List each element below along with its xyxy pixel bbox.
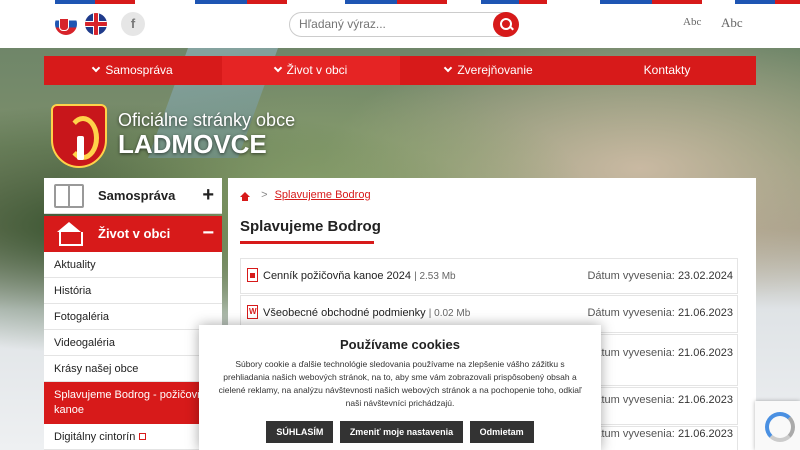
sidebar-item-krasy-obce[interactable]: Krásy našej obce — [44, 356, 222, 382]
book-icon — [54, 184, 84, 208]
file-name[interactable]: Cenník požičovňa kanoe 2024 — [263, 270, 411, 282]
file-date: 21.06.2023 — [677, 428, 733, 440]
chevron-down-icon — [444, 63, 453, 73]
file-name[interactable]: Všeobecné obchodné podmienky — [263, 307, 426, 319]
chevron-down-icon — [273, 63, 282, 73]
english-flag-icon[interactable] — [85, 13, 107, 35]
breadcrumb: > Splavujeme Bodrog — [240, 189, 371, 201]
sidebar-item-videogaleria[interactable]: Videogaléria — [44, 330, 222, 356]
top-stripes — [0, 0, 800, 4]
cookie-consent-dialog: Používame cookies Súbory cookie a ďalšie… — [199, 325, 601, 450]
chevron-down-icon — [92, 63, 101, 73]
search-box — [289, 12, 519, 37]
pdf-file-icon — [247, 268, 258, 282]
external-link-icon — [139, 433, 147, 440]
facebook-icon[interactable]: f — [121, 12, 145, 36]
file-date: 21.06.2023 — [677, 394, 733, 406]
menu-item-zivot-v-obci[interactable]: Život v obci — [222, 56, 400, 85]
page-title: Splavujeme Bodrog — [240, 218, 381, 235]
word-file-icon — [247, 305, 258, 319]
coat-of-arms-logo[interactable] — [51, 104, 107, 168]
main-menu: Samospráva Život v obci Zverejňovanie Ko… — [44, 56, 756, 85]
menu-item-kontakty[interactable]: Kontakty — [578, 56, 756, 85]
file-date: 21.06.2023 — [677, 307, 733, 319]
font-smaller-button[interactable]: Abc — [683, 16, 701, 28]
file-date: 21.06.2023 — [677, 347, 733, 359]
site-name[interactable]: LADMOVCE — [118, 129, 267, 160]
cookie-settings-button[interactable]: Zmeniť moje nastavenia — [339, 421, 464, 443]
search-input[interactable] — [299, 17, 489, 31]
house-icon — [54, 222, 84, 246]
sidebar-item-aktuality[interactable]: Aktuality — [44, 252, 222, 278]
cookie-title: Používame cookies — [340, 337, 460, 352]
sidebar-item-historia[interactable]: História — [44, 278, 222, 304]
reject-cookies-button[interactable]: Odmietam — [469, 421, 534, 443]
sidebar-section-zivot-v-obci[interactable]: Život v obci − — [44, 216, 222, 252]
title-underline — [240, 241, 374, 244]
sidebar: Samospráva + Život v obci − Aktuality Hi… — [44, 178, 222, 450]
cookie-text: Súbory cookie a ďalšie technológie sledo… — [218, 359, 582, 408]
expand-icon[interactable]: + — [202, 184, 214, 207]
menu-item-samosprava[interactable]: Samospráva — [44, 56, 222, 85]
search-button[interactable] — [493, 12, 519, 37]
sidebar-item-splavujeme-bodrog[interactable]: Splavujeme Bodrog - požičovňa kanoe — [44, 382, 222, 424]
slovak-flag-icon[interactable] — [55, 13, 77, 35]
top-bar: f Abc Abc — [0, 0, 800, 48]
file-row[interactable]: Cenník požičovňa kanoe 2024 | 2.53 Mb Dá… — [240, 258, 738, 294]
home-icon[interactable] — [240, 192, 250, 201]
sidebar-section-samosprava[interactable]: Samospráva + — [44, 178, 222, 214]
sidebar-item-fotogaleria[interactable]: Fotogaléria — [44, 304, 222, 330]
site-subtitle: Oficiálne stránky obce — [118, 110, 296, 130]
accept-cookies-button[interactable]: SÚHLASÍM — [266, 421, 334, 443]
breadcrumb-current[interactable]: Splavujeme Bodrog — [275, 189, 371, 201]
collapse-icon[interactable]: − — [202, 222, 214, 245]
file-date: 23.02.2024 — [677, 270, 733, 282]
sidebar-item-digitalny-cintorin[interactable]: Digitálny cintorín — [44, 424, 222, 450]
font-larger-button[interactable]: Abc — [721, 15, 743, 31]
menu-item-zverejnovanie[interactable]: Zverejňovanie — [400, 56, 578, 85]
recaptcha-badge[interactable] — [755, 401, 800, 450]
